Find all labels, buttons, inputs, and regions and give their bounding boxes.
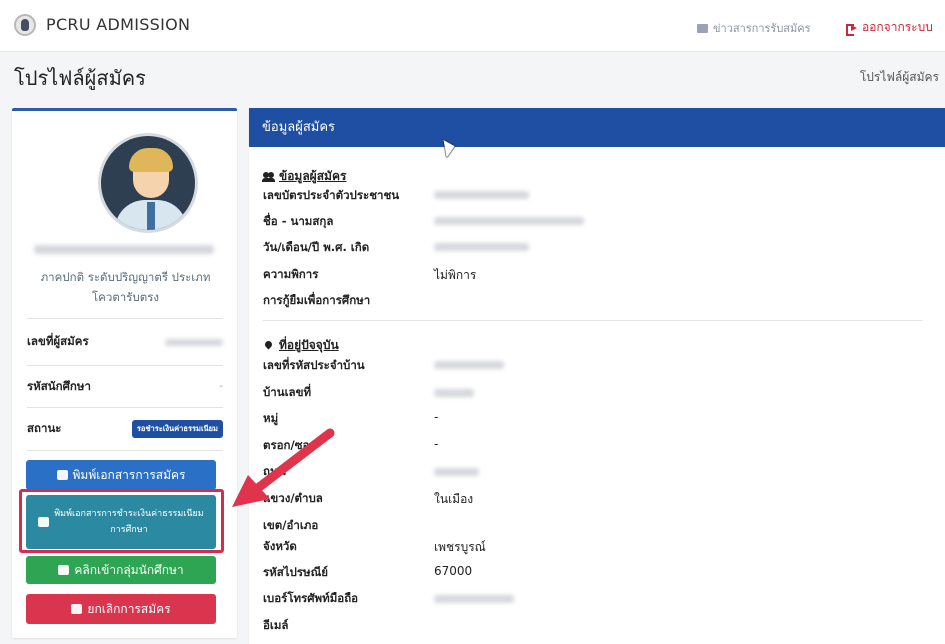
details-header: ข้อมูลผู้สมัคร xyxy=(249,108,945,147)
field-moo: หมู่ xyxy=(263,411,279,425)
field-name: ชื่อ - นามสกุล xyxy=(263,214,334,228)
join-group-button[interactable]: คลิกเข้ากลุ่มนักศึกษา xyxy=(26,556,216,584)
field-house-code: เลขที่รหัสประจำบ้าน xyxy=(263,358,365,372)
page-title: โปรไฟล์ผู้สมัคร xyxy=(14,66,146,90)
cancel-icon xyxy=(71,604,83,614)
profile-card: ภาคปกติ ระดับปริญญาตรี ประเภท โควตารับตร… xyxy=(12,108,237,638)
id-card-redacted xyxy=(434,191,529,199)
applicant-section-title: ข้อมูลผู้สมัคร xyxy=(262,167,346,186)
avatar xyxy=(98,133,198,233)
value-postcode: 67000 xyxy=(434,564,473,578)
status-badge: รอชำระเงินค่าธรรมเนียม xyxy=(131,420,223,438)
student-type: ภาคปกติ ระดับปริญญาตรี ประเภท โควตารับตร… xyxy=(40,270,211,304)
house-no-redacted xyxy=(434,389,474,397)
value-province: เพชรบูรณ์ xyxy=(434,540,486,554)
field-house-no: บ้านเลขที่ xyxy=(263,385,312,399)
applicant-name-redacted xyxy=(34,245,214,254)
field-subdistrict: แขวง/ตำบล xyxy=(263,491,323,505)
name-redacted xyxy=(434,217,584,225)
section-divider xyxy=(263,320,923,321)
logout-link[interactable]: ออกจากระบบ xyxy=(846,18,933,37)
field-road: ถนน xyxy=(263,464,286,478)
applicant-number-redacted xyxy=(165,338,223,346)
field-dob: วัน/เดือน/ปี พ.ศ. เกิด xyxy=(263,240,370,254)
field-district: เขต/อำเภอ xyxy=(263,518,319,532)
field-loan: การกู้ยืมเพื่อการศึกษา xyxy=(263,293,371,307)
nav-news-link[interactable]: ข่าวสารการรับสมัคร xyxy=(697,19,811,37)
field-soi: ตรอก/ซอย xyxy=(263,438,317,452)
university-logo-icon xyxy=(14,14,36,36)
sign-out-icon xyxy=(846,23,858,36)
applicant-number-label: เลขที่ผู้สมัคร xyxy=(27,334,89,348)
print-icon xyxy=(56,470,68,480)
print-fee-label: พิมพ์เอกสารการชำระเงินค่าธรรมเนียมการศึก… xyxy=(54,509,204,535)
address-section-title: ที่อยู่ปัจจุบัน xyxy=(263,336,339,355)
field-postcode: รหัสไปรษณีย์ xyxy=(263,565,329,579)
student-id-label: รหัสนักศึกษา xyxy=(27,378,91,393)
logout-label: ออกจากระบบ xyxy=(862,20,933,34)
line-icon xyxy=(58,565,70,575)
value-soi: - xyxy=(434,437,439,451)
join-group-label: คลิกเข้ากลุ่มนักศึกษา xyxy=(74,563,184,577)
print-icon xyxy=(38,517,49,527)
cancel-application-button[interactable]: ยกเลิกการสมัคร xyxy=(26,594,216,624)
field-mobile: เบอร์โทรศัพท์มือถือ xyxy=(263,591,359,605)
house-code-redacted xyxy=(434,361,504,369)
map-marker-icon xyxy=(263,341,275,351)
student-id-value: - xyxy=(219,381,223,392)
status-row: สถานะ รอชำระเงินค่าธรรมเนียม xyxy=(27,407,223,451)
users-icon xyxy=(262,171,275,182)
nav-news-label: ข่าวสารการรับสมัคร xyxy=(713,22,811,35)
brand-title[interactable]: PCRU ADMISSION xyxy=(46,15,190,34)
field-disability: ความพิการ xyxy=(263,267,319,281)
top-navbar: PCRU ADMISSION ข่าวสารการรับสมัคร ออกจาก… xyxy=(0,0,945,52)
status-label: สถานะ xyxy=(27,421,62,435)
value-disability: ไม่พิการ xyxy=(434,268,477,282)
cancel-application-label: ยกเลิกการสมัคร xyxy=(87,602,171,616)
print-fee-button[interactable]: พิมพ์เอกสารการชำระเงินค่าธรรมเนียมการศึก… xyxy=(26,495,216,549)
news-icon xyxy=(697,23,708,33)
print-application-button[interactable]: พิมพ์เอกสารการสมัคร xyxy=(26,460,216,490)
breadcrumb[interactable]: โปรไฟล์ผู้สมัคร xyxy=(860,68,939,87)
field-email: อีเมล์ xyxy=(263,618,289,632)
dob-redacted xyxy=(434,243,529,251)
student-id-row: รหัสนักศึกษา - xyxy=(27,365,223,407)
field-province: จังหวัด xyxy=(263,539,297,553)
mobile-redacted xyxy=(434,595,514,603)
applicant-number-row: เลขที่ผู้สมัคร xyxy=(27,318,223,365)
value-subdistrict: ในเมือง xyxy=(434,492,474,506)
details-card: ข้อมูลผู้สมัคร ข้อมูลผู้สมัคร เลขบัตรประ… xyxy=(249,108,945,644)
field-id-card: เลขบัตรประจำตัวประชาชน xyxy=(263,188,400,202)
print-application-label: พิมพ์เอกสารการสมัคร xyxy=(72,468,186,482)
road-redacted xyxy=(434,468,479,476)
value-moo: - xyxy=(434,410,439,424)
